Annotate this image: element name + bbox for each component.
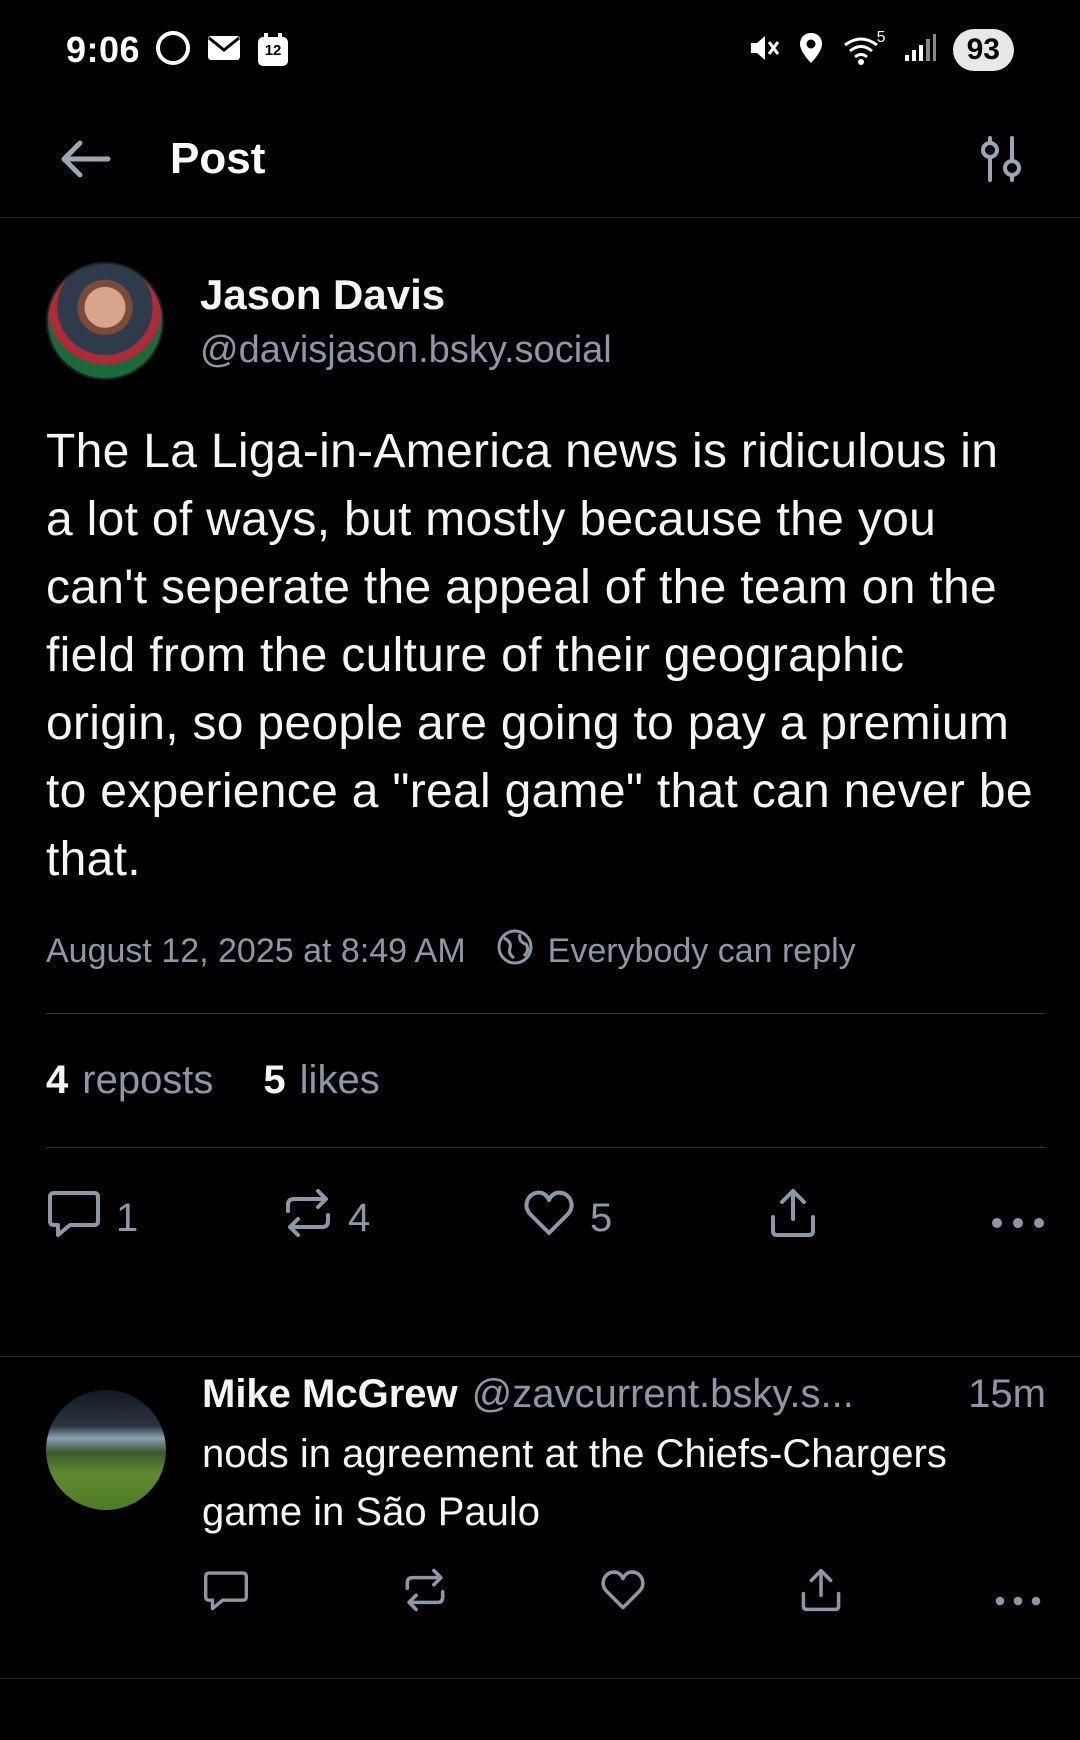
repost-icon — [282, 1187, 334, 1249]
signal-icon — [903, 33, 937, 68]
reply-button[interactable] — [202, 1568, 250, 1622]
circle-icon — [154, 29, 192, 72]
engagement-stats: 4 reposts 5 likes — [46, 1014, 1046, 1148]
reposts-count: 4 — [46, 1058, 69, 1102]
like-button[interactable] — [599, 1568, 647, 1622]
wifi-icon: 5 — [841, 29, 887, 67]
reply-text: nods in agreement at the Chiefs-Chargers… — [202, 1432, 947, 1534]
post-text: The La Liga-in-America news is ridiculou… — [46, 425, 1033, 886]
top-bar: Post — [0, 100, 1080, 218]
reposts-label: reposts — [82, 1058, 214, 1102]
comment-icon — [46, 1187, 102, 1249]
post-author[interactable]: Jason Davis @davisjason.bsky.social — [46, 262, 1046, 380]
network-type: 5 — [876, 29, 886, 46]
author-handle[interactable]: @davisjason.bsky.social — [200, 329, 612, 372]
reply-count: 1 — [116, 1195, 139, 1240]
globe-icon — [496, 928, 534, 975]
mute-icon — [747, 31, 781, 70]
heart-icon — [522, 1188, 576, 1248]
post-meta: August 12, 2025 at 8:49 AM Everybody can… — [46, 928, 1046, 1014]
more-options-button[interactable] — [994, 1573, 1042, 1618]
divider — [0, 1678, 1080, 1679]
reply-actions — [202, 1567, 1042, 1623]
reply-author-handle[interactable]: @zavcurrent.bsky.s... — [472, 1372, 854, 1417]
share-button[interactable] — [799, 1567, 843, 1623]
calendar-day: 12 — [264, 42, 282, 59]
divider — [0, 1356, 1080, 1357]
likes-count: 5 — [263, 1058, 286, 1102]
battery-indicator: 93 — [952, 29, 1014, 71]
status-time: 9:06 — [66, 29, 141, 70]
avatar[interactable] — [46, 262, 164, 380]
share-button[interactable] — [768, 1187, 958, 1249]
reply-time: 15m — [968, 1372, 1046, 1416]
back-arrow-icon[interactable] — [56, 137, 112, 181]
filter-settings-icon[interactable] — [978, 135, 1024, 182]
heart-icon — [599, 1568, 647, 1622]
reply-author-name[interactable]: Mike McGrew — [202, 1372, 458, 1417]
post-timestamp: August 12, 2025 at 8:49 AM — [46, 932, 466, 970]
reply-setting: Everybody can reply — [496, 928, 856, 975]
repost-button[interactable]: 4 — [282, 1187, 522, 1249]
author-name[interactable]: Jason Davis — [200, 271, 612, 319]
reply-button[interactable]: 1 — [46, 1187, 282, 1249]
mail-icon — [206, 33, 242, 68]
share-icon — [768, 1187, 818, 1249]
more-options-button[interactable] — [990, 1196, 1046, 1241]
status-bar: 9:06 12 5 93 — [0, 0, 1080, 100]
avatar[interactable] — [46, 1390, 166, 1510]
comment-icon — [202, 1568, 250, 1622]
likes-stat[interactable]: 5 likes — [263, 1058, 379, 1103]
share-icon — [799, 1567, 843, 1623]
location-icon — [797, 31, 825, 70]
page-title: Post — [170, 133, 266, 183]
reply-post[interactable]: Mike McGrew @zavcurrent.bsky.s... 15m no… — [46, 1372, 1046, 1623]
more-icon — [990, 1196, 1046, 1241]
repost-button[interactable] — [402, 1567, 448, 1623]
main-post: Jason Davis @davisjason.bsky.social The … — [46, 218, 1046, 1288]
reposts-stat[interactable]: 4 reposts — [46, 1058, 213, 1103]
post-actions: 1 4 5 — [46, 1148, 1046, 1288]
repost-icon — [402, 1567, 448, 1623]
more-icon — [994, 1573, 1042, 1618]
reply-setting-label: Everybody can reply — [547, 932, 856, 970]
like-button[interactable]: 5 — [522, 1188, 768, 1248]
repost-count: 4 — [348, 1195, 371, 1240]
calendar-icon: 12 — [256, 32, 290, 68]
like-count: 5 — [590, 1195, 613, 1240]
likes-label: likes — [299, 1058, 380, 1102]
